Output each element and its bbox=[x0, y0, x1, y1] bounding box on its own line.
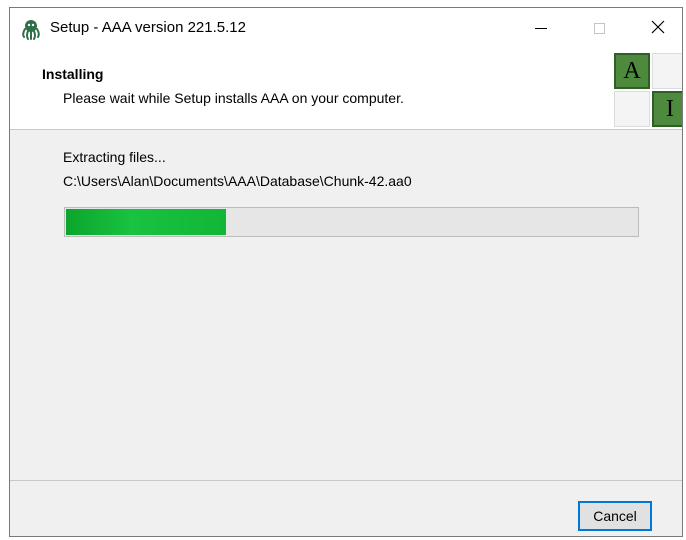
setup-window: Setup - AAA version 221.5.12 Installing … bbox=[9, 7, 683, 537]
title-bar: Setup - AAA version 221.5.12 bbox=[10, 8, 682, 48]
wizard-header: Installing Please wait while Setup insta… bbox=[10, 48, 682, 130]
progress-bar bbox=[64, 207, 639, 237]
page-subtitle: Please wait while Setup installs AAA on … bbox=[63, 90, 404, 106]
footer-divider bbox=[10, 480, 682, 481]
minimize-button[interactable] bbox=[518, 8, 564, 48]
status-text: Extracting files... bbox=[63, 149, 166, 165]
app-logo: A I bbox=[614, 53, 682, 127]
minimize-icon bbox=[535, 27, 547, 29]
cancel-button[interactable]: Cancel bbox=[578, 501, 652, 531]
window-title: Setup - AAA version 221.5.12 bbox=[50, 19, 246, 36]
page-title: Installing bbox=[42, 66, 104, 82]
current-file-path: C:\Users\Alan\Documents\AAA\Database\Chu… bbox=[63, 173, 412, 189]
close-button[interactable] bbox=[635, 8, 681, 48]
logo-tile-i: I bbox=[652, 91, 682, 127]
octopus-icon bbox=[20, 18, 42, 40]
logo-tile-blank bbox=[614, 91, 650, 127]
maximize-icon bbox=[593, 22, 605, 34]
close-icon bbox=[651, 20, 665, 37]
maximize-button[interactable] bbox=[576, 8, 622, 48]
logo-tile-blank bbox=[652, 53, 682, 89]
logo-tile-a: A bbox=[614, 53, 650, 89]
progress-fill bbox=[66, 209, 226, 235]
